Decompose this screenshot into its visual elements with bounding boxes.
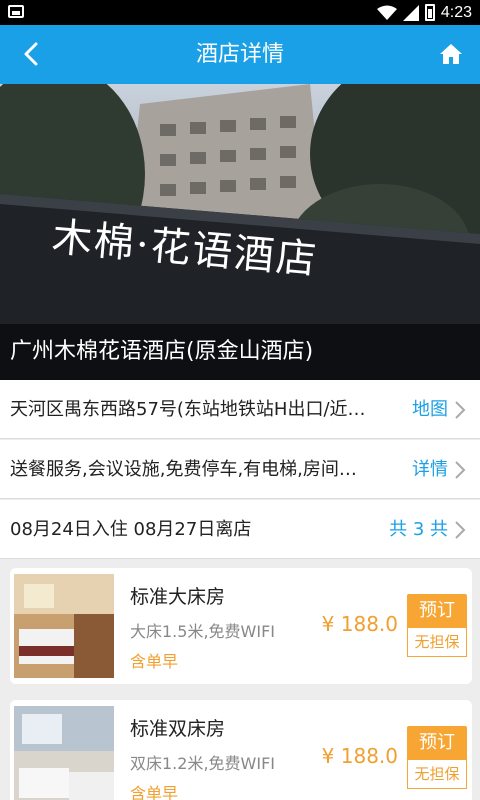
room-breakfast: 含单早 [130, 652, 179, 671]
chevron-right-icon [455, 461, 466, 479]
room-breakfast: 含单早 [130, 784, 179, 800]
wifi-icon [376, 5, 397, 20]
room-card[interactable]: 标准大床房 大床1.5米,免费WIFI 含单早 ¥ 188.0 预订 无担保 [10, 568, 472, 684]
map-link[interactable]: 地图 [412, 380, 448, 439]
room-bed-info: 双床1.2米,免费WIFI [130, 754, 275, 773]
room-photo-illustration [14, 574, 114, 678]
facilities-text: 送餐服务,会议设施,免费停车,有电梯,房间… [10, 459, 357, 480]
chevron-right-icon [455, 521, 466, 539]
room-name: 标准双床房 [130, 718, 226, 740]
book-button[interactable]: 预订 [407, 594, 467, 627]
room-card[interactable]: 标准双床房 双床1.2米,免费WIFI 含单早 ¥ 188.0 预订 无担保 [10, 700, 472, 800]
address-text: 天河区禺东西路57号(东站地铁站H出口/近… [10, 399, 366, 420]
address-row[interactable]: 天河区禺东西路57号(东站地铁站H出口/近… 地图 [0, 380, 480, 439]
room-photo[interactable] [14, 574, 114, 678]
page-title: 酒店详情 [195, 42, 284, 67]
book-button[interactable]: 预订 [407, 726, 467, 759]
stay-dates: 08月24日入住 08月27日离店 [10, 519, 252, 540]
image-notification-icon [8, 5, 24, 18]
guarantee-badge: 无担保 [407, 759, 467, 789]
dates-row[interactable]: 08月24日入住 08月27日离店 共 3 共 [0, 500, 480, 559]
room-price: ¥ 188.0 [321, 612, 398, 636]
room-price: ¥ 188.0 [321, 744, 398, 768]
room-photo-illustration [14, 706, 114, 800]
room-photo[interactable] [14, 706, 114, 800]
room-bed-info: 大床1.5米,免费WIFI [130, 622, 275, 641]
home-button[interactable] [432, 35, 470, 73]
battery-icon [424, 4, 435, 21]
nights-count: 共 3 共 [389, 519, 448, 540]
details-link[interactable]: 详情 [412, 440, 448, 499]
signal-icon [402, 4, 419, 21]
guarantee-badge: 无担保 [407, 627, 467, 657]
clock: 4:23 [440, 3, 472, 21]
hotel-photo[interactable]: 木棉·花语酒店 广州木棉花语酒店(原金山酒店) [0, 84, 480, 380]
app-bar: 酒店详情 [0, 25, 480, 84]
facilities-row[interactable]: 送餐服务,会议设施,免费停车,有电梯,房间… 详情 [0, 440, 480, 499]
home-icon [440, 44, 462, 64]
status-bar: 4:23 [0, 0, 480, 25]
room-name: 标准大床房 [130, 586, 226, 608]
status-icons: 4:23 [376, 2, 472, 23]
chevron-right-icon [455, 401, 466, 419]
hotel-name: 广州木棉花语酒店(原金山酒店) [0, 324, 480, 380]
